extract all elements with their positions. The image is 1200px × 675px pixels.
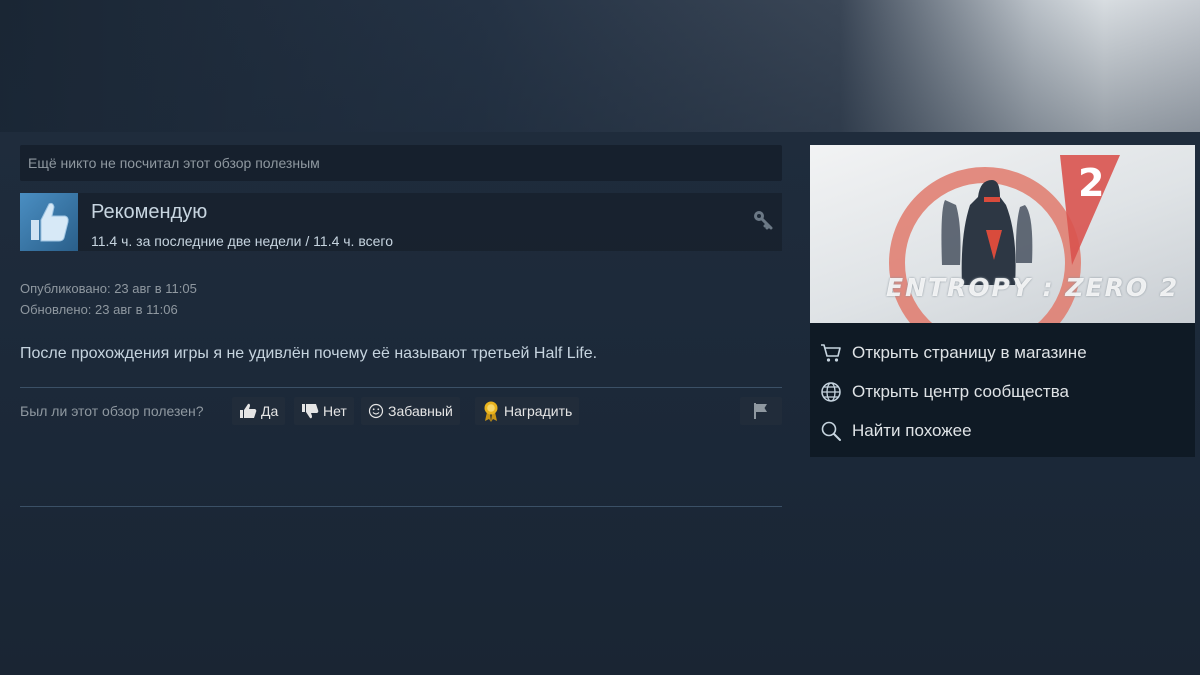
find-similar-link[interactable]: Найти похожее (810, 413, 1195, 449)
playtime: 11.4 ч. за последние две недели / 11.4 ч… (91, 233, 393, 249)
published-date: Опубликовано: 23 авг в 11:05 (20, 281, 197, 296)
award-button[interactable]: Наградить (475, 397, 580, 425)
thumbs-up-icon (31, 202, 69, 242)
globe-icon (821, 382, 841, 402)
store-page-link[interactable]: Открыть страницу в магазине (810, 335, 1195, 371)
store-page-label: Открыть страницу в магазине (852, 343, 1087, 362)
award-label: Наградить (504, 403, 573, 419)
divider-bottom (20, 506, 782, 507)
smiley-icon (368, 403, 384, 419)
game-capsule-image[interactable]: 2 ENTROPY : ZERO 2 (810, 145, 1195, 323)
community-hub-link[interactable]: Открыть центр сообщества (810, 374, 1195, 410)
capsule-title: ENTROPY : ZERO 2 (886, 273, 1180, 302)
vote-yes-button[interactable]: Да (232, 397, 286, 425)
game-banner-background (0, 0, 1200, 132)
vote-funny-label: Забавный (388, 403, 453, 419)
vote-question: Был ли этот обзор полезен? (20, 403, 204, 419)
game-panel: 2 ENTROPY : ZERO 2 Открыть страницу в ма… (810, 145, 1195, 457)
capsule-number: 2 (1078, 161, 1105, 205)
community-hub-label: Открыть центр сообщества (852, 382, 1070, 401)
vote-no-label: Нет (323, 403, 347, 419)
thumbs-up-icon (240, 403, 257, 418)
updated-date: Обновлено: 23 авг в 11:06 (20, 302, 178, 317)
review-dates: Опубликовано: 23 авг в 11:05 Обновлено: … (20, 278, 197, 320)
recommendation-title: Рекомендую (91, 201, 208, 223)
divider-top (20, 387, 782, 388)
search-icon (821, 421, 841, 441)
helpful-status: Ещё никто не посчитал этот обзор полезны… (20, 145, 782, 181)
cart-icon (821, 344, 841, 362)
review-text: После прохождения игры я не удивлён поче… (20, 345, 598, 362)
thumbs-up-badge[interactable] (20, 193, 78, 251)
thumbs-down-icon (302, 404, 319, 419)
vote-no-button[interactable]: Нет (294, 397, 354, 425)
vote-yes-label: Да (261, 403, 279, 419)
vote-row: Был ли этот обзор полезен? Да Нет Забавн… (20, 397, 782, 425)
product-key-icon (752, 209, 774, 236)
award-medal-icon (484, 401, 498, 422)
find-similar-label: Найти похожее (852, 421, 972, 440)
vote-funny-button[interactable]: Забавный (361, 397, 460, 425)
flag-icon (754, 403, 767, 419)
report-flag-button[interactable] (740, 397, 782, 425)
recommendation-header: Рекомендую 11.4 ч. за последние две неде… (20, 193, 782, 251)
